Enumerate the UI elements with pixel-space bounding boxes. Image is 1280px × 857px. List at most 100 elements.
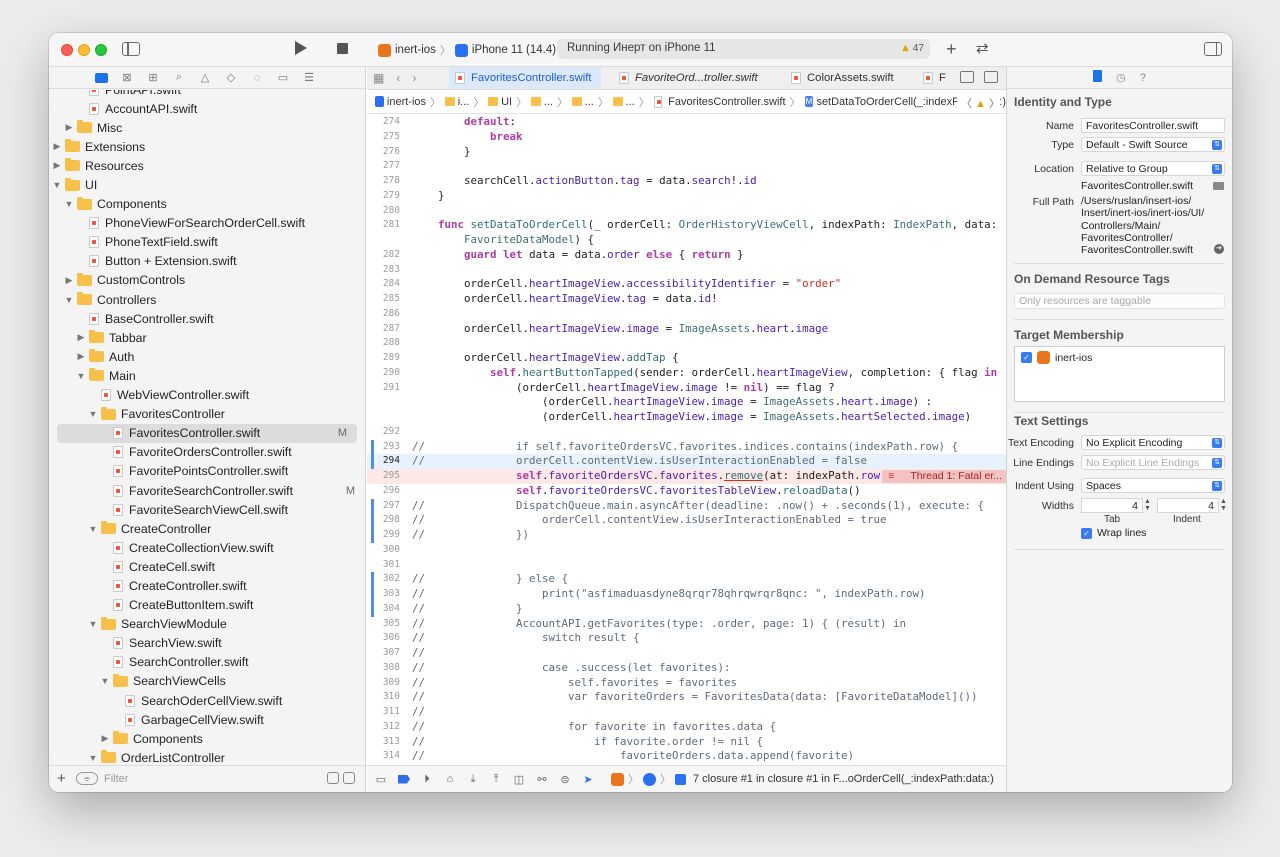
code-line[interactable]: 294 // orderCell.contentView.isUserIntera… bbox=[367, 454, 1006, 469]
chevron-down-icon[interactable]: ▼ bbox=[87, 524, 99, 534]
jump-group[interactable]: i... bbox=[458, 96, 470, 108]
activity-view[interactable]: Running Инерт on iPhone 11 ▲ 47 bbox=[557, 39, 930, 59]
chevron-right-icon[interactable]: ▶ bbox=[51, 160, 63, 171]
chevron-right-icon[interactable]: ▶ bbox=[75, 332, 87, 343]
code-line[interactable]: 314 // favoriteOrders.data.append(favorit… bbox=[367, 749, 1006, 764]
chevron-down-icon[interactable]: ▼ bbox=[99, 676, 111, 686]
jump-group[interactable]: ... bbox=[626, 96, 635, 108]
debug-breadcrumb[interactable]: 〉 〉 7 closure #1 in closure #1 in F...oO… bbox=[611, 771, 994, 787]
code-line[interactable]: 304 // } bbox=[367, 601, 1006, 617]
code-line[interactable]: 292 bbox=[367, 425, 1006, 440]
history-inspector-icon[interactable]: ◷ bbox=[1116, 71, 1126, 84]
tree-folder-row[interactable]: ▶ Extensions bbox=[49, 137, 365, 156]
tree-folder-row[interactable]: ▼ UI bbox=[49, 175, 365, 194]
wrap-lines-checkbox[interactable]: ✓ bbox=[1081, 527, 1092, 539]
memory-graph-icon[interactable]: ⚯ bbox=[536, 773, 548, 786]
tree-file-row[interactable]: SearchOderCellView.swift bbox=[49, 691, 365, 710]
code-line[interactable]: 275 break bbox=[367, 130, 1006, 145]
add-file-plus-icon[interactable]: + bbox=[57, 770, 66, 787]
environment-overrides-icon[interactable]: ⊜ bbox=[559, 773, 571, 786]
split-editor-icon[interactable] bbox=[984, 71, 998, 83]
code-line[interactable]: 306 // switch result { bbox=[367, 631, 1006, 646]
code-line[interactable]: 301 bbox=[367, 558, 1006, 573]
code-line[interactable]: 287 orderCell.heartImageView.image = Ima… bbox=[367, 322, 1006, 337]
tree-file-row[interactable]: PhoneViewForSearchOrderCell.swift bbox=[49, 214, 365, 233]
minimize-window-button[interactable] bbox=[78, 44, 90, 56]
breakpoint-navigator-icon[interactable]: ▭ bbox=[275, 71, 291, 85]
code-line[interactable]: 311 // bbox=[367, 705, 1006, 720]
code-line[interactable]: 293 // if self.favoriteOrdersVC.favorites… bbox=[367, 439, 1006, 455]
tree-file-row[interactable]: BaseController.swift bbox=[49, 309, 365, 328]
code-line[interactable]: 288 bbox=[367, 336, 1006, 351]
tab-favorites-controller[interactable]: FavoritesController.swift bbox=[449, 67, 601, 89]
tree-file-row[interactable]: WebViewController.swift bbox=[49, 386, 365, 405]
tree-folder-row[interactable]: ▼ Components bbox=[49, 195, 365, 214]
code-line[interactable]: 284 orderCell.heartImageView.accessibili… bbox=[367, 277, 1006, 292]
back-chevron-icon[interactable]: ‹ bbox=[396, 71, 400, 85]
code-line[interactable]: 307 // bbox=[367, 646, 1006, 661]
tree-folder-row[interactable]: ▼ CreateController bbox=[49, 519, 365, 538]
tree-file-row[interactable]: FavoriteSearchViewCell.swift bbox=[49, 500, 365, 519]
reveal-folder-icon[interactable] bbox=[1213, 182, 1224, 190]
tree-folder-row[interactable]: ▼ Controllers bbox=[49, 290, 365, 309]
tree-file-row[interactable]: FavoriteSearchController.swift M bbox=[49, 481, 365, 500]
code-line[interactable]: 297 // DispatchQueue.main.asyncAfter(dead… bbox=[367, 498, 1006, 514]
indent-using-select[interactable]: Spaces ⇅ bbox=[1081, 478, 1225, 493]
tree-folder-row[interactable]: ▶ Misc bbox=[49, 118, 365, 137]
tab-color-assets[interactable]: ColorAssets.swift bbox=[791, 67, 894, 89]
navigator-toggle-icon[interactable] bbox=[122, 42, 140, 56]
source-control-filter-icon[interactable] bbox=[343, 772, 355, 784]
wrap-lines-row[interactable]: ✓ Wrap lines bbox=[1081, 527, 1146, 539]
code-line[interactable]: 280 bbox=[367, 204, 1006, 219]
simulate-location-icon[interactable]: ➤ bbox=[582, 773, 594, 786]
file-inspector-icon[interactable] bbox=[1093, 70, 1103, 85]
project-navigator-folder-icon[interactable] bbox=[93, 71, 109, 85]
chevron-right-icon[interactable]: ▶ bbox=[99, 733, 111, 744]
code-line[interactable]: 305 // AccountAPI.getFavorites(type: .ord… bbox=[367, 617, 1006, 632]
tree-folder-row[interactable]: ▼ FavoritesController bbox=[49, 405, 365, 424]
tree-folder-row[interactable]: ▼ SearchViewCells bbox=[49, 672, 365, 691]
jump-group[interactable]: ... bbox=[544, 96, 553, 108]
code-line[interactable]: 308 // case .success(let favorites): bbox=[367, 661, 1006, 676]
code-line[interactable]: 303 // print("asfimaduasdyne8qrqr78qhrqwr… bbox=[367, 587, 1006, 602]
editor-options-icon[interactable] bbox=[960, 71, 974, 83]
breakpoints-toggle-icon[interactable] bbox=[398, 773, 410, 785]
tree-file-row[interactable]: SearchController.swift bbox=[49, 653, 365, 672]
tree-file-row[interactable]: FavoriteOrdersController.swift bbox=[49, 443, 365, 462]
chevron-down-icon[interactable]: ▼ bbox=[51, 180, 63, 190]
code-line-error[interactable]: 295 self.favoriteOrdersVC.favorites.remo… bbox=[367, 469, 1006, 484]
step-into-icon[interactable]: ⤓ bbox=[467, 773, 479, 785]
chevron-down-icon[interactable]: ▼ bbox=[87, 753, 99, 763]
recent-files-icon[interactable] bbox=[327, 772, 339, 784]
target-checkbox[interactable]: ✓ bbox=[1021, 352, 1032, 363]
jump-group[interactable]: UI bbox=[501, 96, 512, 108]
jump-file[interactable]: FavoritesController.swift bbox=[668, 96, 785, 108]
grid-icon[interactable]: ▦ bbox=[373, 71, 384, 85]
test-navigator-icon[interactable]: ◇ bbox=[223, 71, 239, 85]
tree-file-row[interactable]: PhoneTextField.swift bbox=[49, 233, 365, 252]
code-line[interactable]: 302 // } else { bbox=[367, 572, 1006, 587]
chevron-right-icon[interactable]: ▶ bbox=[51, 141, 63, 152]
encoding-select[interactable]: No Explicit Encoding ⇅ bbox=[1081, 435, 1225, 450]
step-out-icon[interactable]: ⤒ bbox=[490, 773, 502, 785]
stop-button[interactable] bbox=[337, 43, 348, 54]
chevron-down-icon[interactable]: ▼ bbox=[63, 199, 75, 209]
filter-options-icon[interactable]: ⌯ bbox=[76, 772, 98, 785]
library-plus-icon[interactable]: + bbox=[946, 39, 957, 60]
code-line[interactable]: 299 // }) bbox=[367, 528, 1006, 543]
tree-folder-row[interactable]: ▶ Components bbox=[49, 729, 365, 748]
find-navigator-icon[interactable]: ⌕ bbox=[171, 71, 187, 85]
tab-overflow[interactable]: F bbox=[923, 67, 946, 89]
indent-width-field[interactable]: 4 bbox=[1157, 498, 1219, 513]
view-hierarchy-icon[interactable]: ◫ bbox=[513, 773, 525, 786]
code-line[interactable]: 296 self.favoriteOrdersVC.favoritesTable… bbox=[367, 484, 1006, 499]
jump-project[interactable]: inert-ios bbox=[387, 96, 426, 108]
code-line[interactable]: 310 // var favoriteOrders = FavoritesData… bbox=[367, 690, 1006, 705]
code-line[interactable]: 277 bbox=[367, 159, 1006, 174]
zoom-window-button[interactable] bbox=[95, 44, 107, 56]
target-row[interactable]: ✓ inert-ios bbox=[1021, 351, 1092, 364]
code-review-icon[interactable]: ⇄ bbox=[976, 39, 989, 57]
tree-folder-row[interactable]: ▶ Tabbar bbox=[49, 328, 365, 347]
chevron-right-icon[interactable]: ▶ bbox=[75, 351, 87, 362]
chevron-down-icon[interactable]: ▼ bbox=[63, 295, 75, 305]
